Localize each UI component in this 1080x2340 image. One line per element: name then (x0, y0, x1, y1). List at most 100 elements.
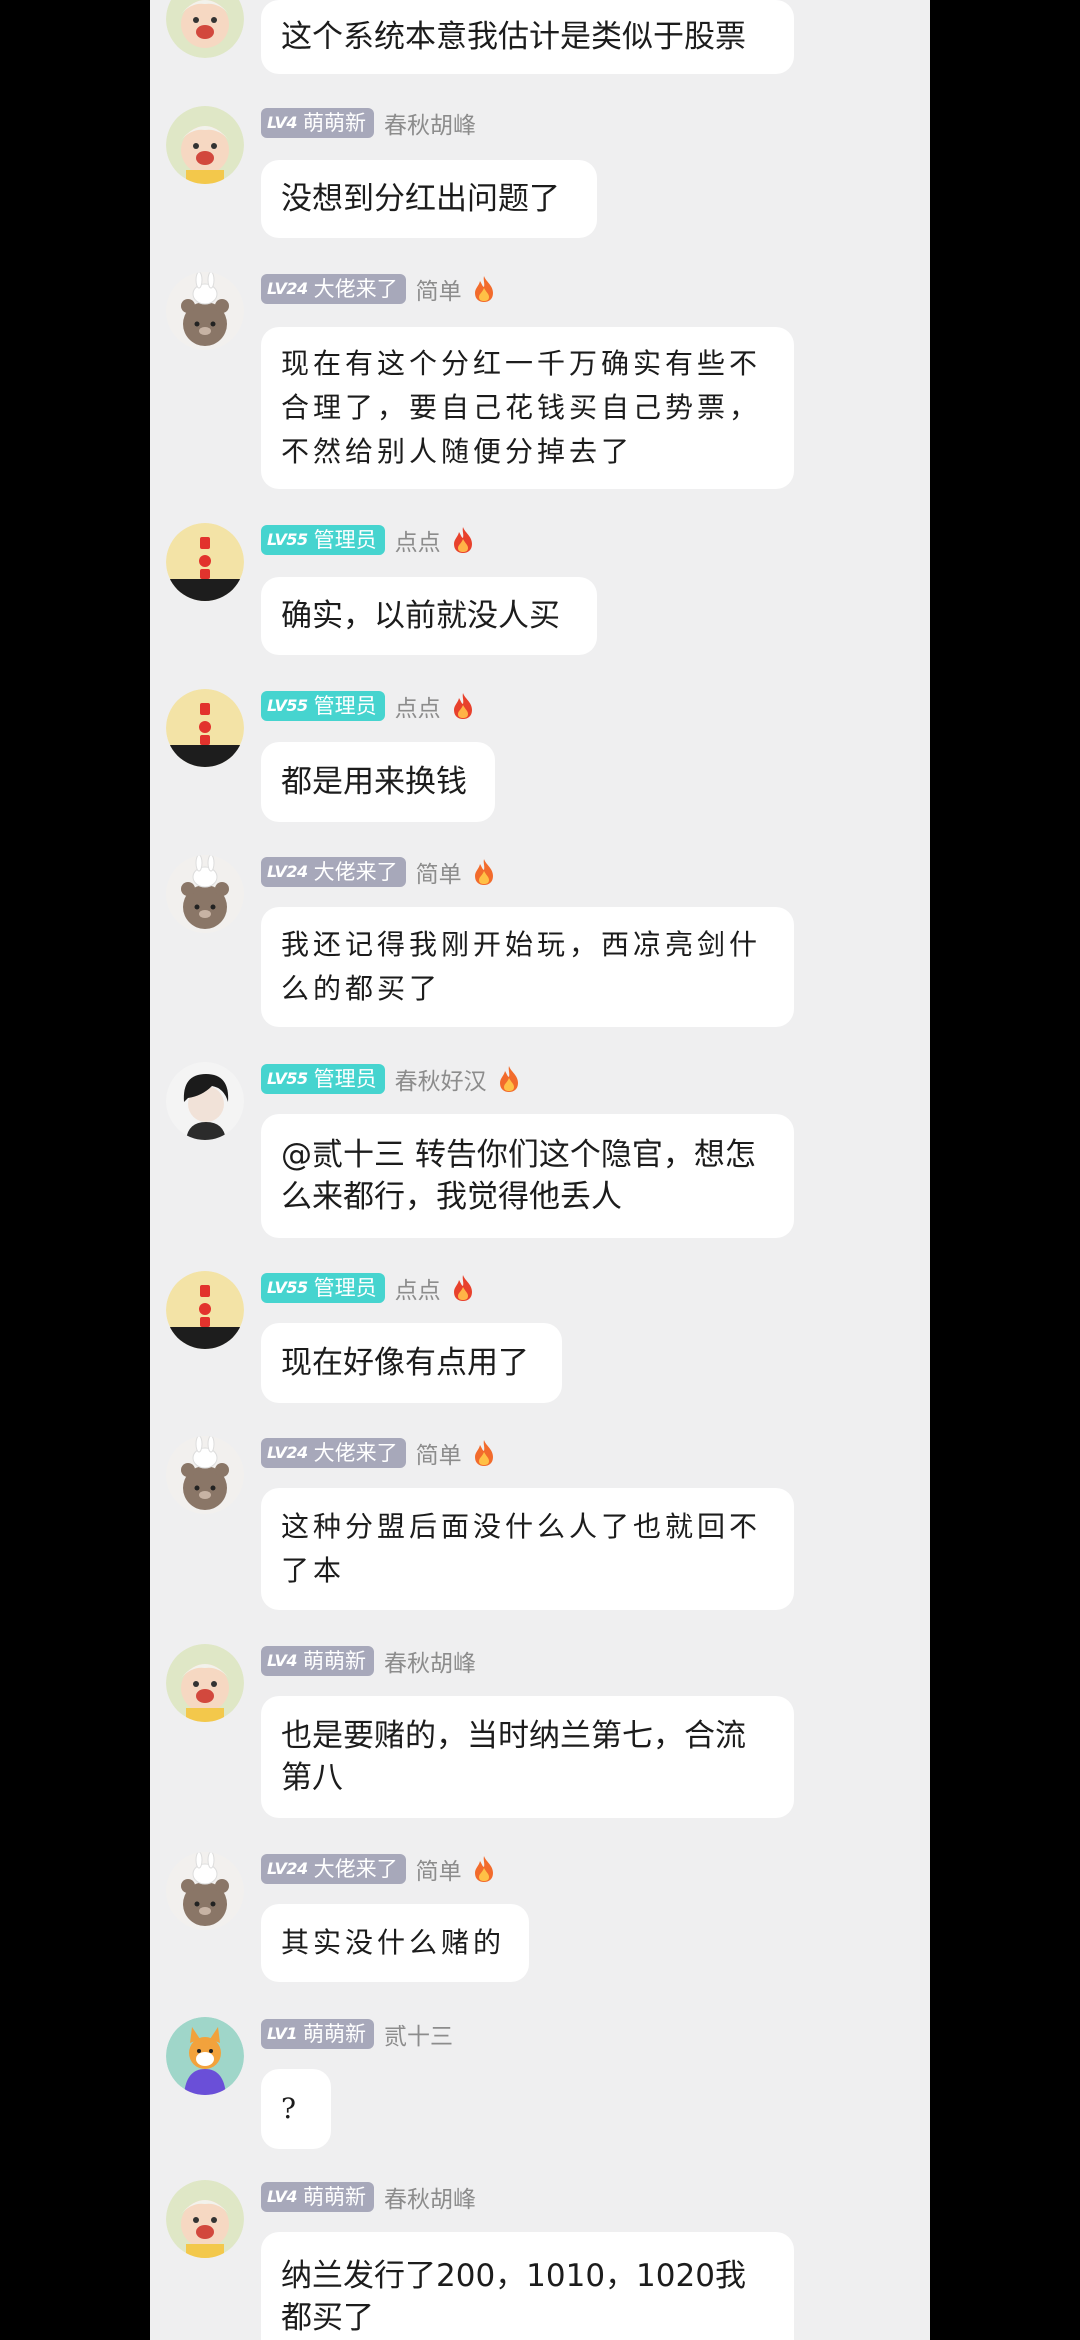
message-bubble[interactable]: 确实，以前就没人买 (261, 577, 597, 655)
flame-icon (453, 527, 472, 553)
title-label: 管理员 (313, 694, 377, 718)
message-text: 确实，以前就没人买 (281, 598, 560, 634)
message-text: ? (281, 2092, 301, 2125)
username[interactable]: 点点 (395, 689, 441, 723)
level-badge: LV24 大佬来了 (261, 274, 406, 304)
message-bubble[interactable]: 没想到分红出问题了 (261, 160, 597, 238)
flame-icon (474, 276, 493, 302)
message-text: 也是要赌的，当时纳兰第七，合流第八 (281, 1718, 746, 1796)
username[interactable]: 简单 (416, 1852, 462, 1886)
message-bubble[interactable]: 也是要赌的，当时纳兰第七，合流第八 (261, 1696, 794, 1818)
level-badge: LV24 大佬来了 (261, 1438, 406, 1468)
title-label: 萌萌新 (303, 2022, 367, 2046)
fox-avatar[interactable] (166, 2017, 244, 2095)
username[interactable]: 简单 (416, 1436, 462, 1470)
level-label: LV24 (267, 279, 308, 298)
level-label: LV4 (267, 1651, 298, 1670)
title-label: 大佬来了 (313, 277, 398, 301)
level-label: LV55 (267, 1278, 308, 1297)
message-text: 这个系统本意我估计是类似于股票 (281, 19, 746, 55)
level-label: LV24 (267, 862, 308, 881)
dark-hair-boy-avatar[interactable] (166, 1062, 244, 1140)
title-label: 大佬来了 (313, 860, 398, 884)
message-bubble[interactable]: @贰十三 转告你们这个隐官，想怎么来都行，我觉得他丢人 (261, 1114, 794, 1238)
level-label: LV55 (267, 530, 308, 549)
sender-meta: LV4 萌萌新 春秋胡峰 (261, 2180, 476, 2214)
message-text: 都是用来换钱 (281, 764, 467, 800)
message-text: 现在有这个分红一千万确实有些不合理了，要自己花钱买自己势票，不然给别人随便分掉去… (281, 347, 762, 468)
level-badge: LV55 管理员 (261, 691, 385, 721)
level-badge: LV1 萌萌新 (261, 2019, 375, 2049)
username[interactable]: 春秋胡峰 (384, 106, 476, 140)
level-badge: LV4 萌萌新 (261, 1646, 375, 1676)
message-text: 没想到分红出问题了 (281, 181, 560, 217)
sender-meta: LV1 萌萌新 贰十三 (261, 2017, 453, 2051)
message-bubble[interactable]: 现在有这个分红一千万确实有些不合理了，要自己花钱买自己势票，不然给别人随便分掉去… (261, 327, 794, 489)
username[interactable]: 贰十三 (384, 2017, 453, 2051)
level-label: LV55 (267, 1069, 308, 1088)
sender-meta: LV24 大佬来了 简单 (261, 1436, 496, 1470)
bear-bunny-avatar[interactable] (166, 855, 244, 933)
username[interactable]: 点点 (395, 523, 441, 557)
title-label: 萌萌新 (303, 2185, 367, 2209)
cartoon-girl-avatar[interactable] (166, 0, 244, 58)
title-label: 萌萌新 (303, 111, 367, 135)
message-text: @贰十三 转告你们这个隐官，想怎么来都行，我觉得他丢人 (281, 1137, 756, 1215)
message-bubble[interactable]: 这个系统本意我估计是类似于股票 (261, 0, 794, 74)
message-text: 我还记得我刚开始玩，西凉亮剑什么的都买了 (281, 928, 762, 1005)
username[interactable]: 春秋胡峰 (384, 2180, 476, 2214)
cartoon-girl-avatar[interactable] (166, 1644, 244, 1722)
cartoon-girl-avatar[interactable] (166, 2180, 244, 2258)
username[interactable]: 简单 (416, 855, 462, 889)
title-label: 管理员 (313, 1276, 377, 1300)
message-bubble[interactable]: 现在好像有点用了 (261, 1323, 562, 1403)
message-bubble[interactable]: 其实没什么赌的 (261, 1904, 529, 1982)
sender-meta: LV4 萌萌新 春秋胡峰 (261, 106, 476, 140)
flame-icon (474, 1440, 493, 1466)
sender-meta: LV24 大佬来了 简单 (261, 272, 496, 306)
message-text: 其实没什么赌的 (281, 1926, 506, 1959)
message-bubble[interactable]: 纳兰发行了200，1010，1020我都买了 (261, 2232, 794, 2340)
bear-bunny-avatar[interactable] (166, 1852, 244, 1930)
level-label: LV4 (267, 113, 298, 132)
flame-icon (453, 1275, 472, 1301)
sender-meta: LV55 管理员 点点 (261, 1271, 475, 1305)
username[interactable]: 春秋好汉 (395, 1062, 487, 1096)
lantern-avatar[interactable] (166, 689, 244, 767)
sender-meta: LV4 萌萌新 春秋胡峰 (261, 1644, 476, 1678)
level-badge: LV55 管理员 (261, 1064, 385, 1094)
title-label: 大佬来了 (313, 1857, 398, 1881)
username[interactable]: 点点 (395, 1271, 441, 1305)
message-bubble[interactable]: 都是用来换钱 (261, 742, 495, 822)
message-bubble[interactable]: 我还记得我刚开始玩，西凉亮剑什么的都买了 (261, 907, 794, 1027)
message-text: 纳兰发行了200，1010，1020我都买了 (281, 2258, 746, 2336)
sender-meta: LV24 大佬来了 简单 (261, 855, 496, 889)
level-label: LV1 (267, 2024, 298, 2043)
level-badge: LV4 萌萌新 (261, 108, 375, 138)
title-label: 管理员 (313, 1067, 377, 1091)
message-text: 这种分盟后面没什么人了也就回不了本 (281, 1510, 762, 1587)
sender-meta: LV55 管理员 春秋好汉 (261, 1062, 521, 1096)
level-badge: LV4 萌萌新 (261, 2182, 375, 2212)
title-label: 大佬来了 (313, 1441, 398, 1465)
bear-bunny-avatar[interactable] (166, 1436, 244, 1514)
chat-screen: 这个系统本意我估计是类似于股票 LV4 萌萌新 春秋胡峰 没想到分红出问题了 L… (150, 0, 930, 2340)
flame-icon (474, 859, 493, 885)
message-text: 现在好像有点用了 (281, 1345, 529, 1381)
level-label: LV24 (267, 1859, 308, 1878)
sender-meta: LV24 大佬来了 简单 (261, 1852, 496, 1886)
username[interactable]: 春秋胡峰 (384, 1644, 476, 1678)
lantern-avatar[interactable] (166, 1271, 244, 1349)
message-bubble[interactable]: 这种分盟后面没什么人了也就回不了本 (261, 1488, 794, 1610)
sender-meta: LV55 管理员 点点 (261, 523, 475, 557)
username[interactable]: 简单 (416, 272, 462, 306)
title-label: 萌萌新 (303, 1649, 367, 1673)
level-badge: LV24 大佬来了 (261, 857, 406, 887)
message-bubble[interactable]: ? (261, 2069, 331, 2149)
level-label: LV55 (267, 696, 308, 715)
lantern-avatar[interactable] (166, 523, 244, 601)
cartoon-girl-avatar[interactable] (166, 106, 244, 184)
bear-bunny-avatar[interactable] (166, 272, 244, 350)
title-label: 管理员 (313, 528, 377, 552)
sender-meta: LV55 管理员 点点 (261, 689, 475, 723)
